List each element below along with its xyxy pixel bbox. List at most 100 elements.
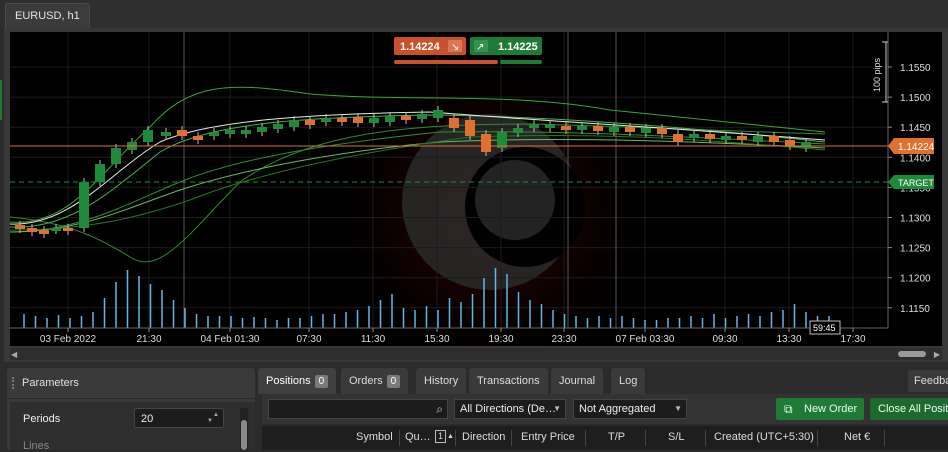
new-order-button[interactable]: ⧉ New Order <box>776 398 864 420</box>
candle-body <box>193 136 203 140</box>
periods-value: 20 <box>141 413 154 425</box>
col-tp[interactable]: T/P <box>608 431 625 443</box>
tab-positions[interactable]: Positions 0 <box>258 368 337 394</box>
col-entry-price[interactable]: Entry Price <box>521 431 575 443</box>
candle-body <box>417 114 427 119</box>
chevron-down-icon: ▼ <box>674 404 682 413</box>
time-tick-label: 15:30 <box>424 334 449 345</box>
parameters-scroll-thumb[interactable] <box>241 420 247 450</box>
candle-body <box>561 126 571 130</box>
search-icon[interactable]: ⌕ <box>436 402 443 417</box>
buy-sentiment-bar <box>500 60 542 64</box>
candle-body <box>529 124 539 128</box>
col-quantity[interactable]: Qu… <box>405 431 431 443</box>
candle-body <box>625 127 635 132</box>
candle-body <box>79 182 89 228</box>
scroll-thumb[interactable] <box>898 351 926 357</box>
tab-orders-label: Orders <box>349 375 383 387</box>
positions-count-badge: 0 <box>314 375 329 388</box>
time-tick-label: 03 Feb 2022 <box>40 334 97 345</box>
price-tick-label: 1.1300 <box>900 214 931 225</box>
countdown-text: 59:45 <box>813 323 836 333</box>
candle-body <box>689 134 699 138</box>
drag-grip-icon[interactable] <box>12 377 17 389</box>
chevron-down-icon: ▼ <box>553 404 561 413</box>
candle-body <box>111 148 121 164</box>
spinner-icon[interactable]: ▲ ▼ <box>207 412 219 424</box>
aggregation-select[interactable]: Not Aggregated ▼ <box>573 399 687 419</box>
chart-horizontal-scrollbar[interactable]: ◀ ▶ <box>10 348 942 360</box>
candle-body <box>513 128 523 133</box>
time-tick-label: 19:30 <box>488 334 513 345</box>
search-input[interactable]: ⌕ <box>268 399 448 419</box>
candle-body <box>225 130 235 134</box>
target-tag-text: TARGET <box>898 178 934 188</box>
orders-count-badge: 0 <box>386 375 401 388</box>
col-net[interactable]: Net € <box>844 431 870 443</box>
candle-body <box>337 118 347 122</box>
svg-text:1.14224: 1.14224 <box>400 41 441 53</box>
candle-body <box>705 134 715 139</box>
candle-body <box>401 116 411 120</box>
price-tick-label: 1.1250 <box>900 244 931 255</box>
periods-input[interactable]: 20 ▲ ▼ <box>134 408 224 428</box>
time-tick-label: 21:30 <box>136 334 161 345</box>
candle-body <box>673 134 683 142</box>
tab-history[interactable]: History <box>416 368 467 394</box>
feedback-button[interactable]: Feedba <box>908 370 948 392</box>
directions-select[interactable]: All Directions (De… ▼ <box>454 399 566 419</box>
candle-body <box>353 117 363 123</box>
candle-body <box>737 136 747 140</box>
candle-body <box>257 127 267 132</box>
parameters-header: Parameters <box>7 368 255 399</box>
chart-tab-eurusd[interactable]: EURUSD, h1 <box>5 3 90 28</box>
new-order-icon: ⧉ <box>784 402 793 416</box>
time-tick-label: 13:30 <box>776 334 801 345</box>
sort-up-icon[interactable]: ▲ <box>447 433 454 440</box>
price-chart[interactable]: 1.15501.15001.14501.14001.13501.13001.12… <box>10 32 942 346</box>
candle-body <box>465 120 475 136</box>
col-sl[interactable]: S/L <box>668 431 685 443</box>
price-tick-label: 1.1150 <box>900 304 930 315</box>
candle-body <box>289 120 299 127</box>
tab-orders[interactable]: Orders 0 <box>341 368 409 394</box>
tab-transactions[interactable]: Transactions <box>469 368 548 394</box>
col-created[interactable]: Created (UTC+5:30) <box>714 431 814 443</box>
candle-body <box>39 230 49 234</box>
candle-body <box>433 110 443 118</box>
chart-canvas: 1.15501.15001.14501.14001.13501.13001.12… <box>10 32 942 346</box>
candle-body <box>305 120 315 125</box>
parameters-title: Parameters <box>22 377 79 389</box>
parameters-scrollbar[interactable] <box>240 408 248 450</box>
candle-body <box>481 134 491 152</box>
svg-text:100 pips: 100 pips <box>872 57 882 92</box>
price-tick-label: 1.1450 <box>900 123 931 134</box>
candle-body <box>577 126 587 130</box>
time-tick-label: 09:30 <box>712 334 737 345</box>
positions-toolbar: ⌕ All Directions (De… ▼ Not Aggregated ▼… <box>262 394 948 424</box>
time-tick-label: 11:30 <box>361 334 386 345</box>
candle-body <box>545 124 555 128</box>
candle-body <box>161 132 171 136</box>
tab-journal[interactable]: Journal <box>551 368 604 394</box>
col-symbol[interactable]: Symbol <box>356 431 393 443</box>
bottom-panel: Parameters Periods 20 ▲ ▼ Lines Positions… <box>0 362 948 452</box>
candle-body <box>801 142 811 148</box>
scroll-left-icon[interactable]: ◀ <box>11 350 17 359</box>
candle-body <box>753 136 763 142</box>
candle-body <box>721 136 731 140</box>
scroll-right-icon[interactable]: ▶ <box>934 350 940 359</box>
col-direction[interactable]: Direction <box>462 431 505 443</box>
candle-body <box>95 164 105 182</box>
candle-body <box>177 130 187 136</box>
positions-table-header: Symbol Qu… 1 ▲ Direction Entry Price T/P… <box>262 426 948 450</box>
time-tick-label: 07:30 <box>296 334 321 345</box>
candle-body <box>785 140 795 146</box>
tab-positions-label: Positions <box>266 375 311 387</box>
close-all-positions-button[interactable]: Close All Positi <box>870 398 948 420</box>
candle-body <box>15 225 25 229</box>
candle-body <box>321 118 331 122</box>
tab-log[interactable]: Log <box>611 368 646 394</box>
quantity-badge[interactable]: 1 <box>435 430 447 443</box>
candle-body <box>657 128 667 134</box>
